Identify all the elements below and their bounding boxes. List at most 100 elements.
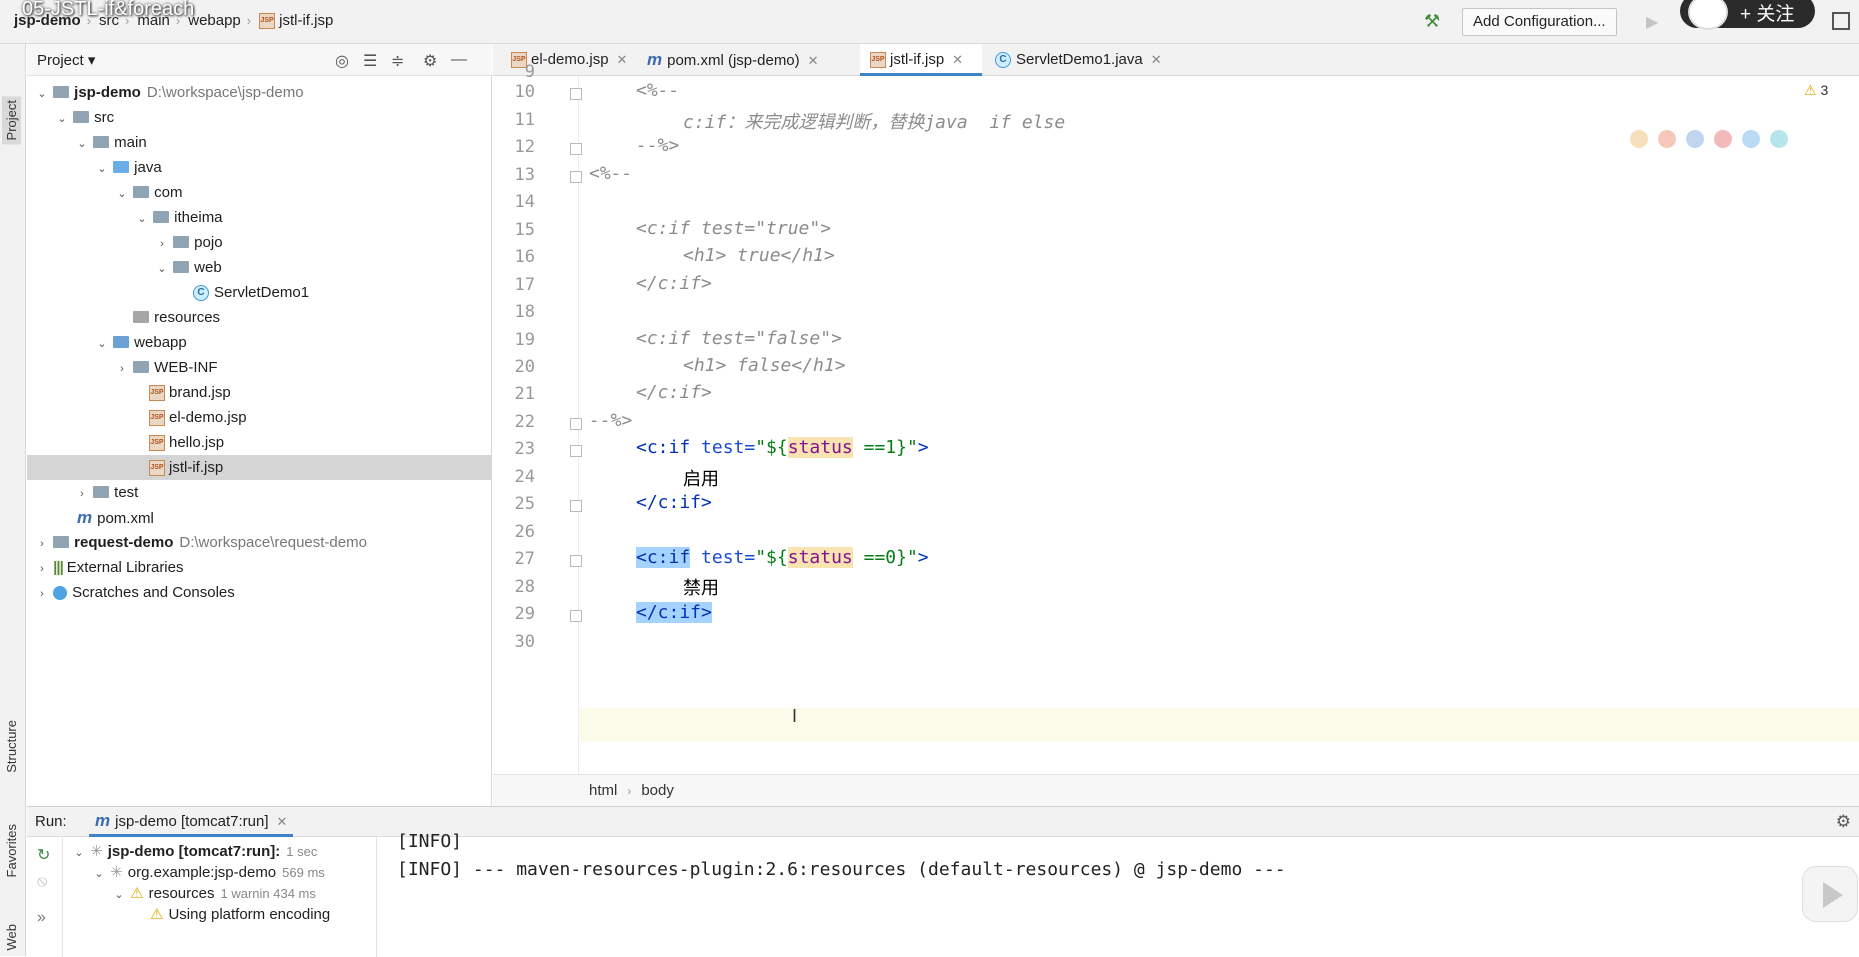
maven-icon: m bbox=[77, 508, 93, 527]
close-icon[interactable]: ✕ bbox=[952, 52, 963, 67]
code-editor[interactable]: 9 10 11 12 13 14 15 16 17 18 19 20 21 22… bbox=[493, 62, 1859, 774]
line-number: 21 bbox=[514, 384, 535, 404]
tree-item-resources[interactable]: resources bbox=[27, 305, 492, 330]
code-line-28: 禁用 bbox=[683, 578, 719, 599]
fold-marker-icon[interactable] bbox=[570, 445, 582, 457]
libraries-icon: ||| bbox=[53, 559, 64, 576]
tree-item-brand-jsp[interactable]: JSP brand.jsp bbox=[27, 380, 492, 405]
expand-all-icon[interactable]: ☰ bbox=[363, 51, 377, 71]
gear-icon[interactable]: ⚙ bbox=[423, 51, 437, 71]
firefox-icon[interactable] bbox=[1658, 130, 1676, 148]
run-tab-jsp-demo[interactable]: m jsp-demo [tomcat7:run] ✕ bbox=[89, 807, 294, 837]
video-play-icon[interactable] bbox=[1802, 866, 1858, 922]
tree-item-jsp-demo[interactable]: ⌄ jsp-demo D:\workspace\jsp-demo bbox=[27, 80, 492, 105]
close-icon[interactable]: ✕ bbox=[277, 814, 288, 829]
layout-icon[interactable] bbox=[1832, 12, 1850, 30]
minimize-icon[interactable]: — bbox=[451, 51, 467, 69]
line-number-gutter: 9 10 11 12 13 14 15 16 17 18 19 20 21 22… bbox=[493, 62, 582, 774]
source-folder-icon bbox=[113, 161, 130, 174]
collapse-all-icon[interactable]: ≑ bbox=[391, 51, 404, 71]
chevron-down-icon: ⌄ bbox=[77, 138, 87, 150]
safari-icon[interactable] bbox=[1686, 130, 1704, 148]
build-hammer-icon[interactable]: ⚒ bbox=[1424, 11, 1444, 31]
fold-marker-icon[interactable] bbox=[570, 171, 582, 183]
console-output[interactable]: [INFO] [INFO] --- maven-resources-plugin… bbox=[387, 831, 1859, 957]
tree-item-src[interactable]: ⌄ src bbox=[27, 105, 492, 130]
tree-item-el-demo-jsp[interactable]: JSP el-demo.jsp bbox=[27, 405, 492, 430]
fold-marker-icon[interactable] bbox=[570, 143, 582, 155]
close-icon[interactable]: ✕ bbox=[617, 52, 628, 67]
project-panel-header: Project ▾ ◎ ☰ ≑ ⚙ — bbox=[27, 44, 492, 76]
line-number: 15 bbox=[514, 220, 535, 240]
fold-marker-icon[interactable] bbox=[570, 555, 582, 567]
tree-item-webapp[interactable]: ⌄ webapp bbox=[27, 330, 492, 355]
line-number: 26 bbox=[514, 522, 535, 542]
text-cursor-icon: I bbox=[792, 706, 798, 726]
code-line-29: </c:if> bbox=[636, 602, 712, 623]
tree-item-web-inf[interactable]: › WEB-INF bbox=[27, 355, 492, 380]
run-icon[interactable]: ▶ bbox=[1646, 12, 1658, 32]
gear-icon[interactable]: ⚙ bbox=[1836, 812, 1851, 832]
tree-item-request-demo[interactable]: › request-demo D:\workspace\request-demo bbox=[27, 530, 492, 555]
close-icon[interactable]: ✕ bbox=[808, 53, 819, 68]
fold-marker-icon[interactable] bbox=[570, 610, 582, 622]
close-icon[interactable]: ✕ bbox=[1151, 52, 1162, 67]
code-line-13: <%-- bbox=[589, 163, 633, 184]
tab-servletdemo1-java[interactable]: C ServletDemo1.java ✕ bbox=[985, 44, 1162, 76]
follow-button[interactable]: + 关注 bbox=[1740, 0, 1794, 26]
chevron-down-icon: ⌄ bbox=[117, 188, 127, 200]
tab-favorites[interactable]: Favorites bbox=[4, 824, 19, 877]
code-line-20: <h1> false</h1> bbox=[683, 355, 846, 376]
code-line-17: </c:if> bbox=[636, 273, 712, 294]
fold-marker-icon[interactable] bbox=[570, 418, 582, 430]
fold-marker-icon[interactable] bbox=[570, 500, 582, 512]
run-tree-item[interactable]: ⚠ Using platform encoding bbox=[150, 902, 330, 927]
tree-item-pom-xml[interactable]: m pom.xml bbox=[27, 505, 492, 530]
module-folder-icon bbox=[53, 86, 70, 99]
tree-item-test[interactable]: › test bbox=[27, 480, 492, 505]
tab-structure[interactable]: Structure bbox=[4, 720, 19, 773]
tree-item-java[interactable]: ⌄ java bbox=[27, 155, 492, 180]
line-number: 13 bbox=[514, 165, 535, 185]
tree-item-servletdemo1[interactable]: C ServletDemo1 bbox=[27, 280, 492, 305]
tree-item-jstl-if-jsp[interactable]: JSP jstl-if.jsp bbox=[27, 455, 492, 480]
tree-item-main[interactable]: ⌄ main bbox=[27, 130, 492, 155]
rerun-icon[interactable]: ↻ bbox=[37, 845, 50, 865]
edge-icon[interactable] bbox=[1770, 130, 1788, 148]
project-view-selector[interactable]: Project ▾ bbox=[37, 51, 95, 69]
warning-indicator[interactable]: ⚠ 3 bbox=[1804, 82, 1828, 99]
breadcrumb-html[interactable]: html bbox=[589, 782, 617, 799]
chevron-right-icon: › bbox=[40, 588, 44, 600]
add-configuration-button[interactable]: Add Configuration... bbox=[1462, 8, 1617, 36]
tree-item-web[interactable]: ⌄ web bbox=[27, 255, 492, 280]
tree-item-com[interactable]: ⌄ com bbox=[27, 180, 492, 205]
stop-icon[interactable]: ⦸ bbox=[37, 873, 47, 891]
tree-item-external-libraries[interactable]: › ||| External Libraries bbox=[27, 555, 492, 580]
tree-item-scratches[interactable]: › Scratches and Consoles bbox=[27, 580, 492, 605]
run-toolbar: ↻ ⦸ » bbox=[27, 837, 63, 957]
tab-web[interactable]: Web bbox=[4, 924, 19, 951]
tab-pom-xml[interactable]: m pom.xml (jsp-demo) ✕ bbox=[637, 44, 819, 76]
breadcrumb-webapp[interactable]: webapp bbox=[188, 12, 241, 29]
tab-project[interactable]: Project bbox=[2, 96, 21, 145]
line-number: 22 bbox=[514, 412, 535, 432]
line-number: 18 bbox=[514, 302, 535, 322]
code-line-16: <h1> true</h1> bbox=[683, 245, 835, 266]
tab-jstl-if-jsp[interactable]: JSP jstl-if.jsp ✕ bbox=[860, 44, 982, 76]
tree-item-pojo[interactable]: › pojo bbox=[27, 230, 492, 255]
fold-marker-icon[interactable] bbox=[570, 88, 582, 100]
warning-icon: ⚠ bbox=[1804, 82, 1817, 98]
breadcrumb-file[interactable]: jstl-if.jsp bbox=[279, 12, 333, 29]
opera-icon[interactable] bbox=[1714, 130, 1732, 148]
breadcrumb-body[interactable]: body bbox=[641, 782, 674, 799]
ie-icon[interactable] bbox=[1742, 130, 1760, 148]
warning-icon: ⚠ bbox=[150, 906, 164, 923]
tree-item-itheima[interactable]: ⌄ itheima bbox=[27, 205, 492, 230]
locate-icon[interactable]: ◎ bbox=[335, 51, 349, 71]
chrome-icon[interactable] bbox=[1630, 130, 1648, 148]
jsp-file-icon: JSP bbox=[149, 385, 165, 402]
console-line: [INFO] bbox=[397, 831, 463, 852]
tree-item-hello-jsp[interactable]: JSP hello.jsp bbox=[27, 430, 492, 455]
more-icon[interactable]: » bbox=[37, 909, 46, 927]
line-number: 10 bbox=[514, 82, 535, 102]
